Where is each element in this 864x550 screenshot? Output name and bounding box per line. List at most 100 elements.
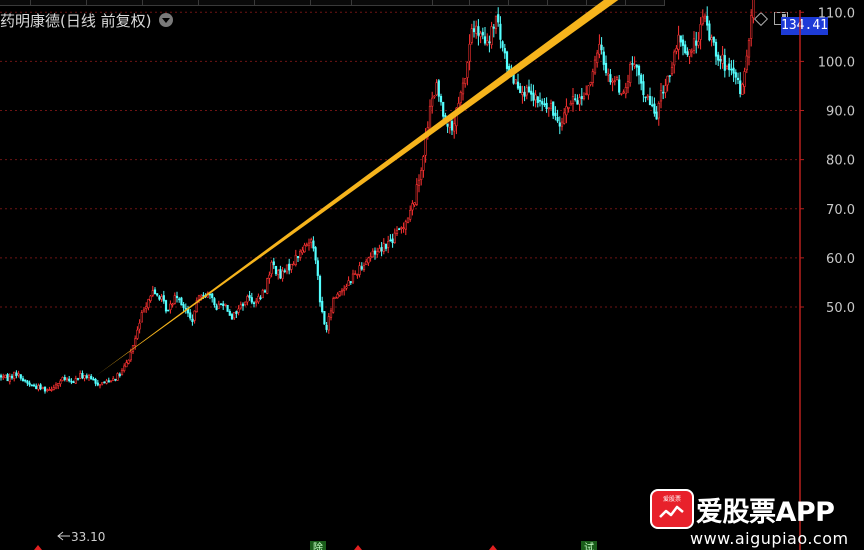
watermark-url: www.aigupiao.com (690, 529, 849, 548)
candle-body (587, 85, 590, 96)
watermark: 爱股票 爱股票APP www.aigupiao.com (648, 487, 864, 550)
candle-body (101, 382, 104, 385)
candle-body (345, 286, 348, 289)
candle-body (431, 97, 434, 107)
candle-body (560, 121, 564, 127)
candle-body (43, 386, 47, 392)
candle-body (413, 202, 416, 206)
candle-body (670, 66, 674, 75)
candle-body (701, 16, 704, 25)
candle-body (644, 96, 647, 99)
candle-body (677, 34, 680, 50)
candle-body (323, 311, 326, 325)
candle-body (149, 295, 152, 301)
candle-body (283, 270, 286, 272)
candle-body (499, 23, 502, 40)
candle-body (274, 265, 278, 275)
candle-body (307, 242, 311, 246)
candle-body (123, 365, 126, 371)
candle-body (719, 58, 722, 62)
candle-body (675, 48, 678, 52)
candle-body (521, 92, 524, 95)
candle-body (541, 101, 544, 105)
candle-body (519, 86, 522, 94)
candle-body (54, 384, 58, 389)
candle-body (714, 41, 718, 57)
candle-body (200, 295, 203, 298)
candle-body (175, 295, 179, 299)
candle-body (140, 312, 143, 323)
candle-body (497, 14, 500, 23)
candle-body (382, 243, 385, 252)
candle-body (32, 384, 36, 387)
candle-body (571, 95, 575, 105)
candle-body (158, 296, 161, 300)
candle-body (483, 36, 487, 44)
candle-body (369, 256, 372, 259)
candle-body (103, 381, 106, 384)
candle-body (395, 229, 399, 234)
candle-body (30, 384, 33, 387)
candle-body (538, 100, 542, 102)
candle-body (604, 62, 608, 74)
candle-body (351, 273, 355, 283)
candle-body (279, 269, 282, 279)
candle-body (640, 74, 643, 84)
candle-body (217, 303, 220, 309)
candle-body (92, 378, 95, 381)
candle-body (745, 55, 748, 71)
candle-body (63, 377, 66, 380)
candle-body (226, 304, 229, 312)
candle-body (314, 247, 317, 261)
candle-body (8, 376, 11, 382)
candle-body (303, 244, 306, 253)
candle-body (578, 97, 581, 105)
y-tick-label: 110.0 (818, 6, 855, 21)
candle-body (461, 82, 465, 95)
candle-body (389, 239, 392, 242)
candlestick-chart: 50.060.070.080.090.0100.0110.0120.0 135.… (0, 0, 855, 550)
candle-body (310, 239, 313, 243)
candle-body (433, 95, 436, 98)
y-tick-label: 70.0 (826, 203, 855, 218)
candle-body (147, 299, 150, 309)
candle-body (0, 375, 3, 378)
y-tick-label: 60.0 (826, 252, 855, 267)
candle-body (237, 308, 240, 313)
candle-body (290, 264, 293, 270)
candle-body (646, 95, 649, 98)
candle-body (189, 312, 192, 319)
candle-body (288, 263, 291, 271)
candle-body (688, 49, 691, 57)
candle-body (138, 322, 141, 330)
candle-body (96, 382, 99, 386)
candle-body (354, 273, 357, 275)
candle-body (411, 203, 414, 211)
candle-body (723, 55, 726, 71)
candle-body (666, 75, 669, 86)
candle-body (376, 251, 379, 255)
candle-body (503, 48, 506, 54)
low-price-label: 33.10 (71, 530, 105, 544)
candle-body (57, 383, 60, 387)
candle-body (4, 374, 7, 378)
candle-body (65, 378, 69, 381)
candle-body (10, 375, 14, 379)
candle-body (349, 281, 352, 283)
candle-body (41, 387, 44, 389)
candle-body (263, 290, 267, 293)
candle-body (620, 92, 623, 95)
candle-body (739, 80, 742, 95)
candle-body (387, 241, 390, 248)
candle-body (576, 100, 579, 105)
candle-body (46, 389, 49, 391)
candle-body (329, 310, 333, 318)
candle-body (565, 106, 568, 116)
candle-body (112, 378, 115, 381)
candle-body (228, 311, 231, 316)
candle-body (637, 65, 641, 76)
candle-body (596, 52, 599, 63)
candle-body (602, 51, 605, 65)
candle-body (600, 44, 603, 51)
candle-body (514, 79, 517, 85)
